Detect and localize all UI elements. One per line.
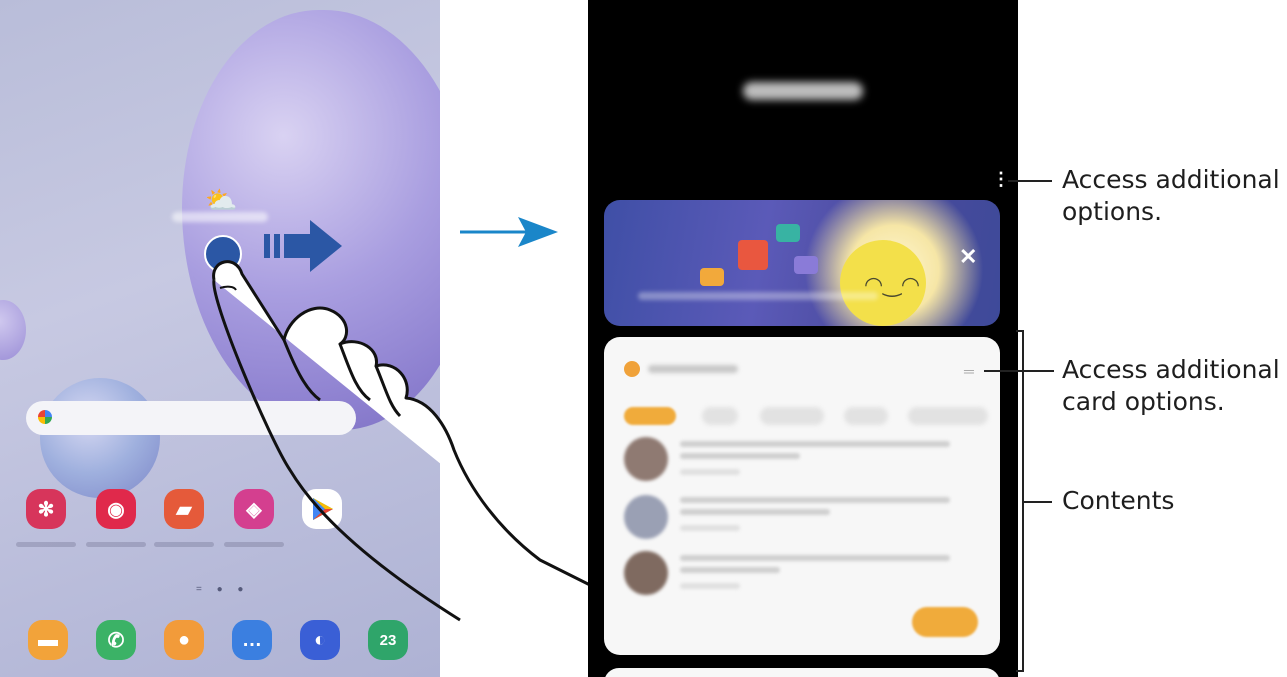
callout-contents: Contents — [1062, 486, 1175, 515]
article-title[interactable] — [680, 555, 950, 561]
app-label — [86, 542, 146, 547]
card-action-button[interactable] — [912, 607, 978, 637]
category-chip[interactable] — [844, 407, 888, 425]
category-chip[interactable] — [760, 407, 824, 425]
callout-card-options: Access additional card options. — [1062, 355, 1280, 416]
wallpaper-bubble-small — [40, 378, 160, 498]
google-icon — [38, 410, 52, 424]
feed-screen: ⋮ ◠‿◠ ✕ ═ — [588, 0, 1018, 677]
more-options-icon[interactable]: ⋮ — [992, 170, 1010, 188]
content-card[interactable]: ═ — [604, 337, 1000, 655]
close-icon[interactable]: ✕ — [959, 244, 977, 270]
notes-app-icon[interactable]: ▰ — [164, 489, 204, 529]
weather-text — [172, 212, 268, 222]
article-subtitle — [680, 453, 800, 459]
article-subtitle — [680, 567, 780, 573]
card-app-icon — [624, 361, 640, 377]
wallpaper-bubble-left — [0, 300, 26, 360]
next-card[interactable] — [604, 668, 1000, 677]
folder-app-icon[interactable]: ▬ — [28, 620, 68, 660]
article-title[interactable] — [680, 497, 950, 503]
contacts-app-icon[interactable]: ● — [164, 620, 204, 660]
category-chip[interactable] — [908, 407, 988, 425]
greeting-text — [743, 82, 863, 100]
video-icon — [700, 268, 724, 286]
app-label — [16, 542, 76, 547]
article-title[interactable] — [680, 441, 950, 447]
transition-arrow-icon — [460, 217, 558, 247]
article-thumbnail[interactable] — [624, 551, 668, 595]
banner-text — [638, 292, 878, 300]
hand-icon — [212, 260, 591, 622]
phone-app-icon[interactable]: ✆ — [96, 620, 136, 660]
article-subtitle — [680, 509, 830, 515]
card-options-icon[interactable]: ═ — [964, 363, 974, 379]
news-icon — [738, 240, 768, 270]
article-thumbnail[interactable] — [624, 437, 668, 481]
article-meta — [680, 525, 740, 531]
camera-app-icon[interactable]: ◉ — [96, 489, 136, 529]
category-chip[interactable] — [702, 407, 738, 425]
article-thumbnail[interactable] — [624, 495, 668, 539]
card-title — [648, 365, 738, 373]
music-icon — [794, 256, 818, 274]
play-icon — [776, 224, 800, 242]
welcome-banner-card[interactable]: ◠‿◠ ✕ — [604, 200, 1000, 326]
article-meta — [680, 469, 740, 475]
bixby-app-icon[interactable]: ✻ — [26, 489, 66, 529]
contents-bracket — [1016, 330, 1024, 672]
category-chip-active[interactable] — [624, 407, 676, 425]
article-meta — [680, 583, 740, 589]
callout-line-options — [1008, 180, 1052, 182]
callout-line-contents — [1024, 501, 1052, 503]
callout-options: Access additional options. — [1062, 165, 1280, 226]
